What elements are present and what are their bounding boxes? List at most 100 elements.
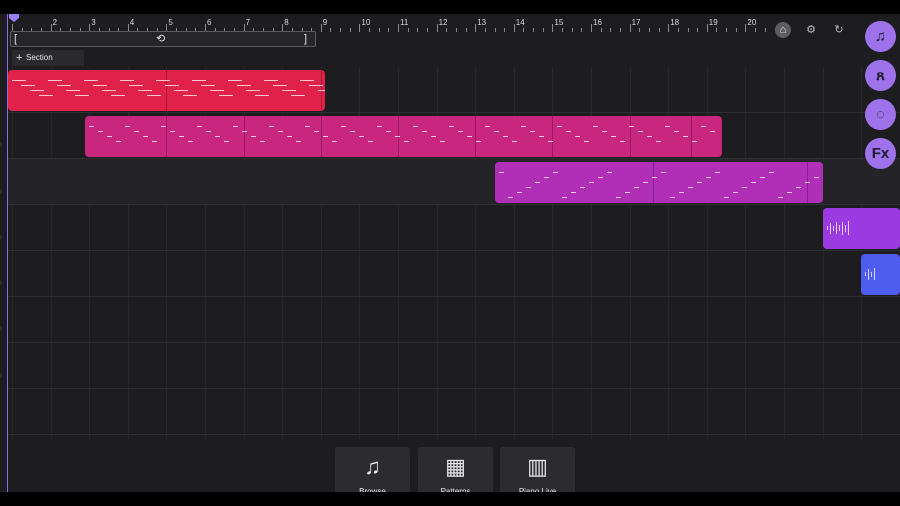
waveform-bar [868,268,870,280]
midi-note [647,136,653,137]
clip-segment-divider [166,116,168,157]
pianolive-button[interactable]: ▥ Piano Live [500,447,575,492]
midi-note [210,90,225,91]
midi-note [273,85,288,86]
browse-button[interactable]: ♫ Browse [335,447,410,492]
clip[interactable] [85,116,723,157]
beat-tick [369,28,371,32]
users-icon: ጸ [876,67,885,84]
midi-note [674,131,680,132]
metronome-icon[interactable]: ⌂ [775,22,791,38]
midi-note [786,192,792,193]
beat-tick [755,28,757,32]
collab-button[interactable]: ጸ [865,60,896,91]
midi-note [584,141,590,142]
fx-button[interactable]: Fx [865,138,896,169]
midi-note [21,85,36,86]
dock-label: Browse [359,487,386,492]
track-handle[interactable] [0,188,2,194]
bar-number: 16 [593,18,602,27]
clip[interactable] [494,162,823,203]
bar-tick [475,24,477,32]
midi-note [660,172,666,173]
waveform-bar [832,225,834,231]
midi-note [255,95,270,96]
beat-tick [504,28,506,32]
beat-tick [523,28,525,32]
beat-tick [426,28,428,32]
midi-note [413,126,419,127]
midi-note [683,136,689,137]
midi-note [377,126,383,127]
midi-note [458,131,464,132]
timeline-ruler[interactable]: 2 3 4 5 6 7 8 9 10 11 12 13 14 15 16 17 18 19 20 [0,14,900,32]
track-lane[interactable] [8,297,900,343]
midi-note [813,177,819,178]
midi-note [386,131,392,132]
midi-note [282,90,297,91]
clip[interactable] [861,254,900,295]
midi-note [161,126,167,127]
clip[interactable] [822,208,900,249]
sounds-button[interactable]: ♫ [865,21,896,52]
clip[interactable] [8,70,325,111]
loop-end-bracket-icon[interactable]: ] [304,33,307,45]
midi-note [39,95,54,96]
midi-note [597,177,603,178]
loop-icon[interactable]: ⟲ [156,33,165,45]
midi-note [98,131,104,132]
midi-note [237,85,252,86]
beat-tick [764,28,766,32]
midi-note [57,85,72,86]
undo-icon[interactable]: ↻ [831,22,847,38]
midi-note [602,131,608,132]
midi-note [341,126,347,127]
loop-region-bar[interactable]: [ ⟲ ] [10,31,316,47]
midi-note [732,192,738,193]
bar-tick [359,24,361,32]
bar-tick [552,24,554,32]
bar-number: 2 [52,18,58,27]
track-handle[interactable] [0,372,2,378]
bar-number: 12 [438,18,448,27]
track-lane[interactable] [8,389,900,435]
midi-note [485,126,491,127]
track-lanes[interactable] [8,67,900,439]
midi-note [710,131,716,132]
midi-note [170,131,176,132]
patterns-button[interactable]: ▦ Patterns [418,447,493,492]
track-handle[interactable] [0,234,2,240]
track-handle[interactable] [0,142,2,148]
playhead[interactable] [7,14,19,492]
bar-tick [513,24,515,32]
clip-segment-divider [243,116,245,157]
beat-tick [446,28,448,32]
chat-button[interactable]: ◌ [865,99,896,130]
midi-note [521,126,527,127]
midi-note [84,80,99,81]
gear-icon[interactable]: ⚙ [803,22,819,38]
midi-note [431,136,437,137]
track-lane[interactable] [8,205,900,251]
track-handle[interactable] [0,326,2,332]
midi-note [692,141,698,142]
bar-number: 18 [670,18,680,27]
bar-number: 7 [245,18,251,27]
add-section-button[interactable]: + Section [12,50,84,66]
midi-note [404,141,410,142]
beat-tick [388,28,390,32]
midi-note [615,197,621,198]
midi-note [534,182,540,183]
waveform-bar [874,268,876,280]
bar-tick [398,24,399,32]
midi-note [287,136,293,137]
clip-segment-divider [320,116,322,157]
bar-number: 9 [322,18,328,27]
midi-note [467,136,473,137]
track-handle[interactable] [0,280,2,286]
track-lane[interactable] [8,343,900,389]
loop-start-bracket-icon[interactable]: [ [14,33,17,45]
midi-note [179,136,185,137]
track-lane[interactable] [8,251,900,297]
midi-note [705,177,711,178]
